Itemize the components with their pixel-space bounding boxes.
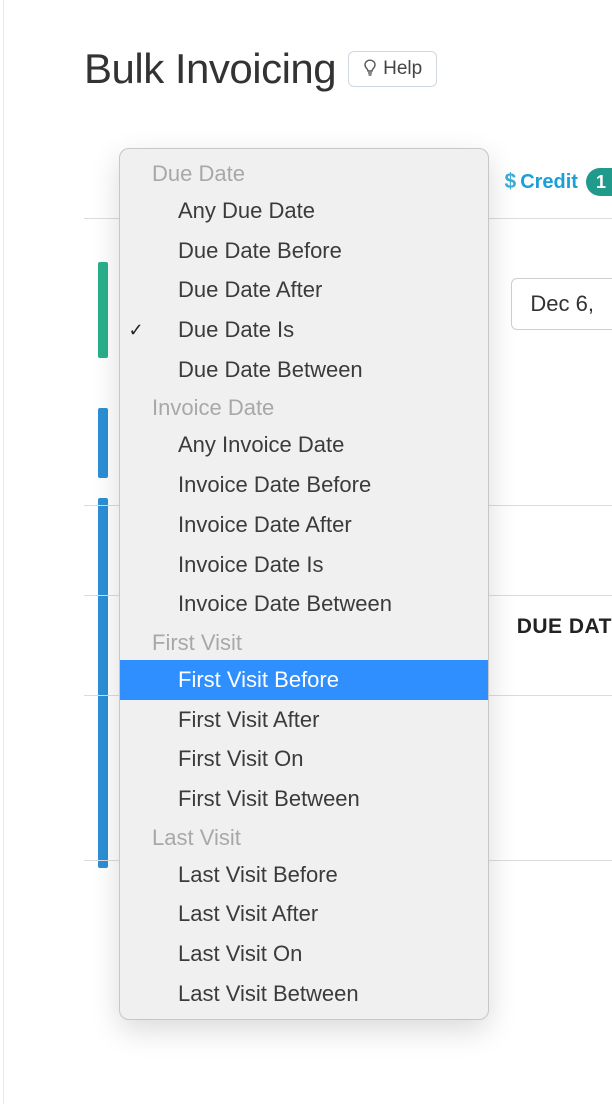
help-label: Help <box>383 58 422 80</box>
checkmark-icon: ✓ <box>120 318 152 342</box>
dropdown-item-label: Last Visit On <box>152 939 302 969</box>
page-title: Bulk Invoicing <box>84 45 336 93</box>
dropdown-item[interactable]: Invoice Date Before <box>120 465 488 505</box>
dropdown-item[interactable]: Last Visit Before <box>120 855 488 895</box>
dropdown-item-label: Invoice Date Before <box>152 470 371 500</box>
dropdown-item[interactable]: Invoice Date Between <box>120 584 488 624</box>
lightbulb-icon <box>363 59 377 80</box>
dropdown-item[interactable]: First Visit On <box>120 739 488 779</box>
dropdown-item-label: Due Date Before <box>152 236 342 266</box>
dropdown-item[interactable]: Any Due Date <box>120 191 488 231</box>
dropdown-group-label: First Visit <box>120 624 488 660</box>
dropdown-item-label: Invoice Date Is <box>152 550 324 580</box>
dropdown-group-label: Invoice Date <box>120 389 488 425</box>
dropdown-item[interactable]: Invoice Date Is <box>120 545 488 585</box>
dropdown-item[interactable]: Last Visit After <box>120 894 488 934</box>
page-header: Bulk Invoicing Help <box>84 45 612 93</box>
dropdown-item-label: Last Visit Between <box>152 979 359 1009</box>
dropdown-item[interactable]: Due Date After <box>120 270 488 310</box>
dollar-icon: $ <box>505 170 517 194</box>
dropdown-item[interactable]: Due Date Before <box>120 231 488 271</box>
dropdown-item-label: Due Date Between <box>152 355 363 385</box>
dropdown-item-label: Any Invoice Date <box>152 430 344 460</box>
filter-indicator-bar <box>98 498 108 868</box>
date-filter-dropdown[interactable]: Due Date Any Due Date Due Date Before Due D… <box>119 148 489 1020</box>
dropdown-group-label: Due Date <box>120 155 488 191</box>
dropdown-item[interactable]: Any Invoice Date <box>120 425 488 465</box>
dropdown-item-label: Invoice Date After <box>152 510 352 540</box>
dropdown-item[interactable]: First Visit After <box>120 700 488 740</box>
dropdown-item-label: Any Due Date <box>152 196 315 226</box>
dropdown-item[interactable]: Due Date Between <box>120 350 488 390</box>
date-input[interactable]: Dec 6, <box>511 278 612 330</box>
dropdown-item-label: First Visit On <box>152 744 304 774</box>
dropdown-item[interactable]: Last Visit Between <box>120 974 488 1014</box>
dropdown-item-label: Due Date After <box>152 275 322 305</box>
dropdown-item-label: Due Date Is <box>152 315 294 345</box>
credit-badge: 1 <box>586 168 612 196</box>
dropdown-item-label: First Visit Between <box>152 784 360 814</box>
dropdown-item[interactable]: ✓Due Date Is <box>120 310 488 350</box>
filter-indicator-bar <box>98 408 108 478</box>
dropdown-item-label: Invoice Date Between <box>152 589 392 619</box>
dropdown-item-label: First Visit After <box>152 705 319 735</box>
dropdown-item[interactable]: Last Visit On <box>120 934 488 974</box>
help-button[interactable]: Help <box>348 51 437 87</box>
dropdown-item[interactable]: First Visit Between <box>120 779 488 819</box>
dropdown-item[interactable]: Invoice Date After <box>120 505 488 545</box>
dropdown-item-label: Last Visit After <box>152 899 318 929</box>
dropdown-group-label: Last Visit <box>120 819 488 855</box>
column-header-due-date[interactable]: DUE DAT <box>517 615 612 639</box>
dropdown-item-label: First Visit Before <box>152 665 339 695</box>
dropdown-item-label: Last Visit Before <box>152 860 338 890</box>
credit-label: Credit <box>520 171 578 194</box>
dropdown-item[interactable]: First Visit Before <box>120 660 488 700</box>
